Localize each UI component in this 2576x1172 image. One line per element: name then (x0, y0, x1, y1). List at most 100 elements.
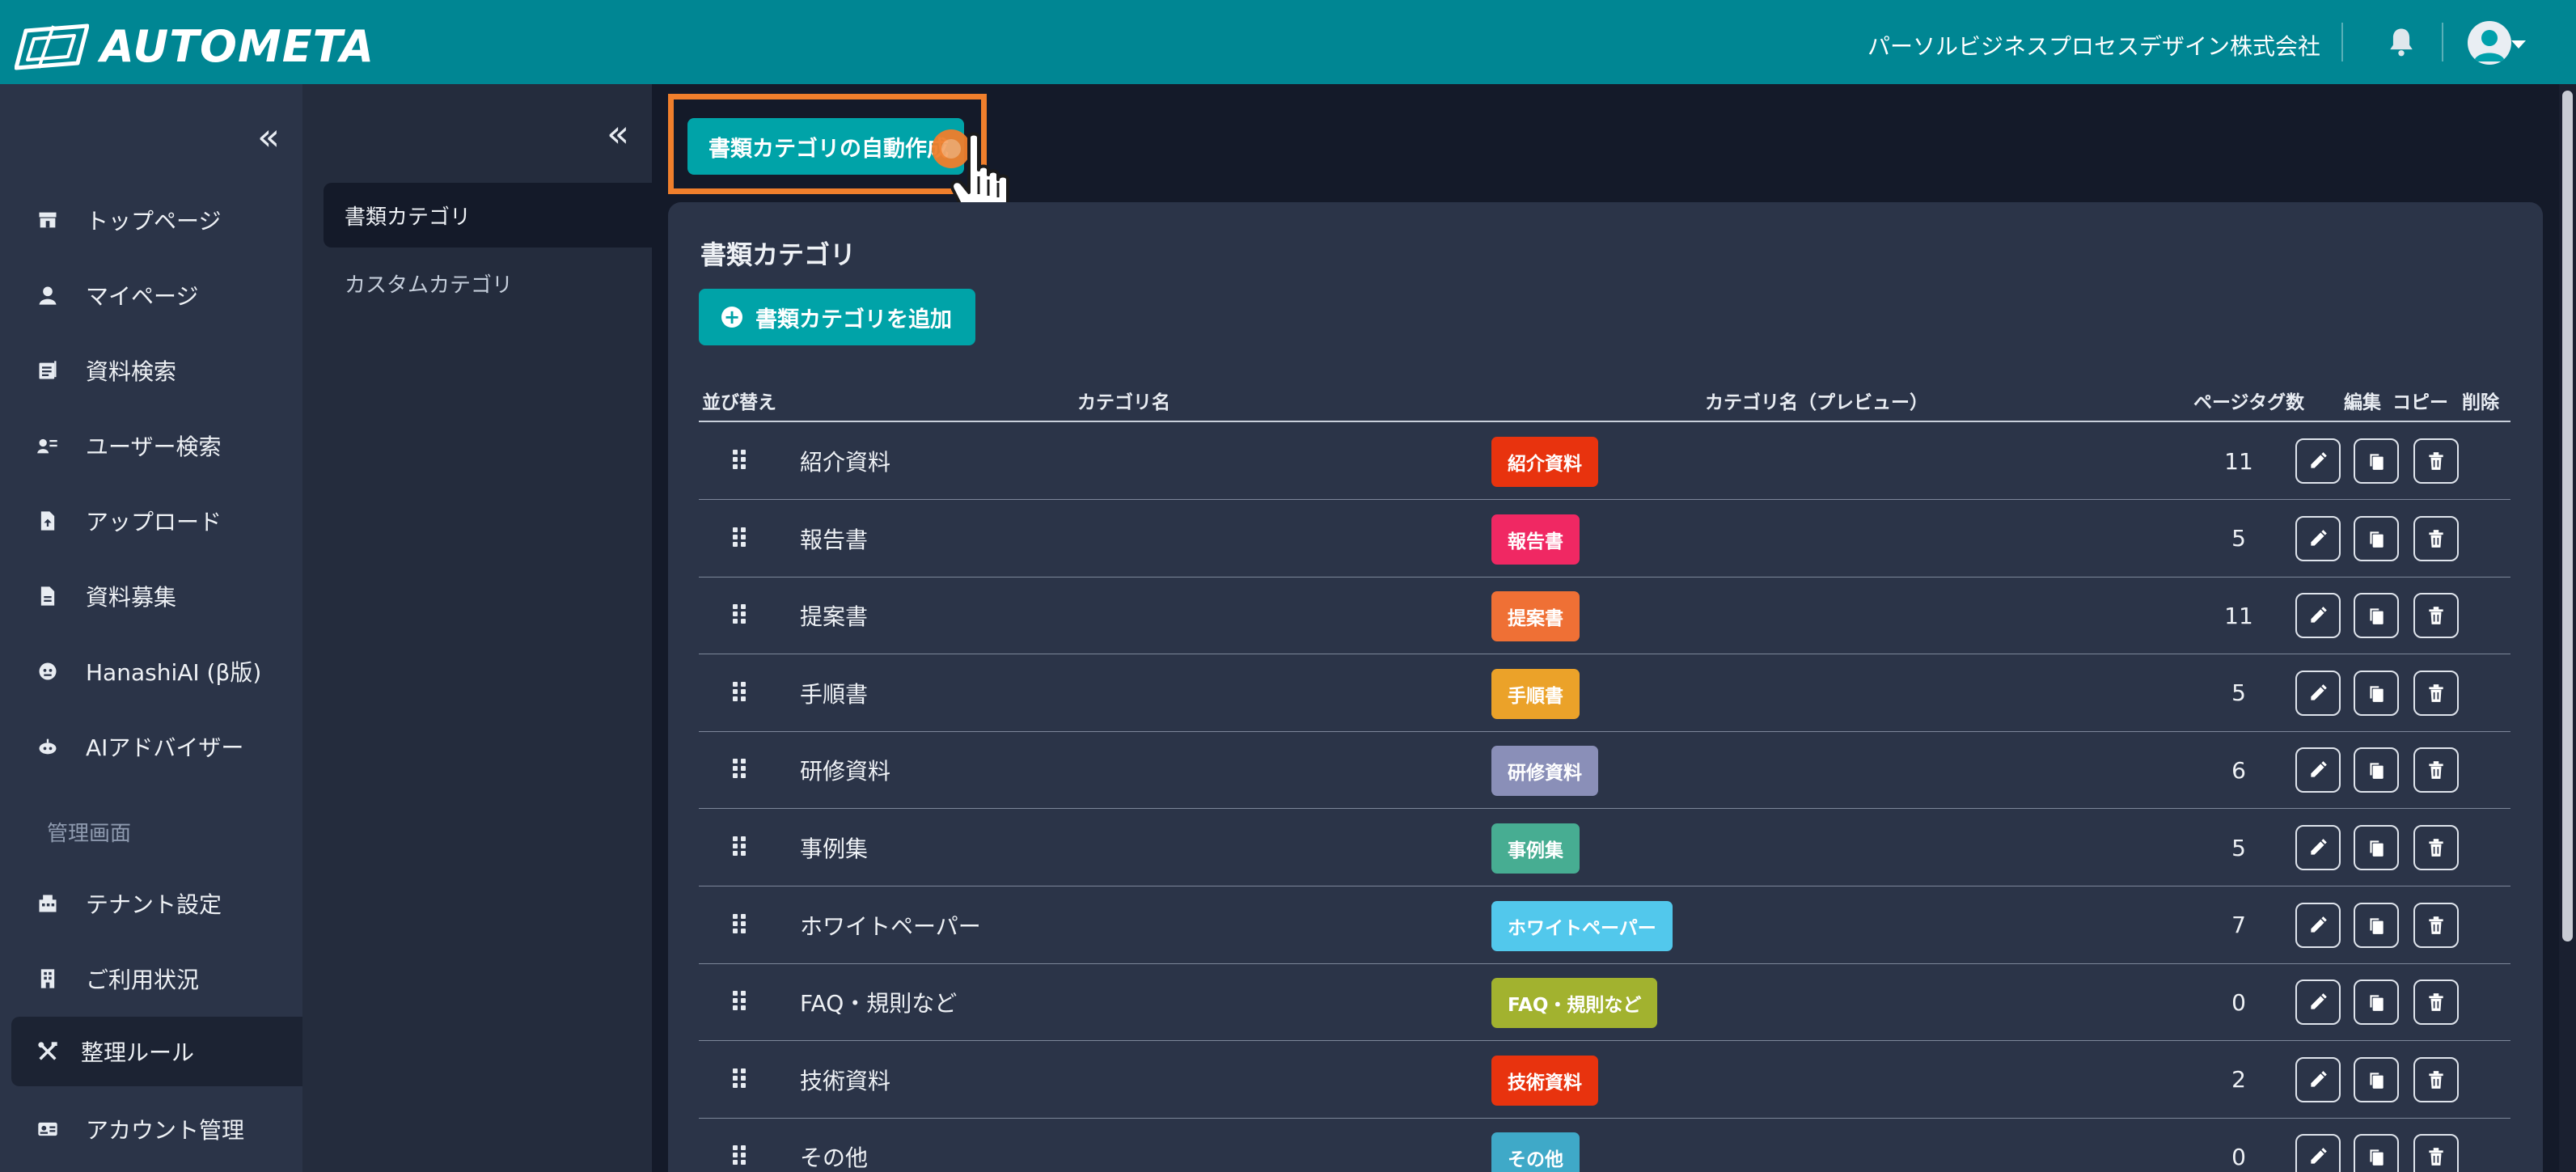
sidebar-collapse-icon[interactable]: « (257, 118, 280, 155)
copy-button[interactable] (2354, 438, 2399, 484)
delete-button[interactable] (2413, 593, 2459, 639)
drag-handle-icon[interactable] (733, 991, 746, 1011)
delete-button[interactable] (2413, 438, 2459, 484)
drag-handle-icon[interactable] (733, 836, 746, 856)
edit-button[interactable] (2295, 670, 2341, 716)
table-row: その他 その他 0 (699, 1118, 2510, 1172)
trash-icon (2426, 1146, 2447, 1167)
drag-handle-icon[interactable] (733, 527, 746, 547)
robot-icon (36, 734, 60, 759)
table-row: 研修資料 研修資料 6 (699, 731, 2510, 810)
sidebar-item-label: トップページ (86, 208, 222, 235)
edit-button[interactable] (2295, 902, 2341, 948)
column-header-name: カテゴリ名 (1077, 392, 1170, 413)
header-divider (2341, 23, 2343, 61)
delete-button[interactable] (2413, 747, 2459, 793)
pencil-icon (2307, 683, 2329, 704)
sidebar-item-label: HanashiAI (β版) (86, 659, 262, 686)
edit-button[interactable] (2295, 515, 2341, 561)
pencil-icon (2307, 605, 2329, 626)
edit-button[interactable] (2295, 825, 2341, 870)
building-icon (36, 967, 60, 991)
drag-handle-icon[interactable] (733, 1068, 746, 1088)
drag-handle-icon[interactable] (733, 913, 746, 933)
column-header-sort: 並び替え (702, 392, 776, 413)
sidebar-item-label: テナント設定 (86, 891, 222, 918)
delete-button[interactable] (2413, 902, 2459, 948)
copy-button[interactable] (2354, 1056, 2399, 1102)
person-icon (36, 283, 60, 307)
edit-button[interactable] (2295, 593, 2341, 639)
drag-handle-icon[interactable] (733, 681, 746, 701)
copy-button[interactable] (2354, 902, 2399, 948)
copy-button[interactable] (2354, 593, 2399, 639)
subnav-item-custom-category[interactable]: カスタムカテゴリ (324, 251, 652, 315)
chevron-down-icon[interactable] (2511, 40, 2526, 49)
sidebar-item-document-search[interactable]: 資料検索 (0, 338, 302, 403)
pencil-icon (2307, 915, 2329, 936)
sidebar-item-label: ユーザー検索 (86, 434, 222, 460)
subnav-item-document-category[interactable]: 書類カテゴリ (324, 183, 652, 248)
sidebar-item-document-request[interactable]: 資料募集 (0, 564, 302, 628)
user-avatar-icon[interactable] (2468, 21, 2511, 65)
delete-button[interactable] (2413, 1056, 2459, 1102)
page-tag-count: 11 (2224, 447, 2253, 475)
sidebar-item-upload[interactable]: アップロード (0, 489, 302, 553)
edit-button[interactable] (2295, 1056, 2341, 1102)
delete-button[interactable] (2413, 515, 2459, 561)
sidebar-item-user-search[interactable]: ユーザー検索 (0, 413, 302, 478)
sidebar-item-tenant-settings[interactable]: テナント設定 (0, 871, 302, 936)
category-preview-badge: 技術資料 (1491, 1055, 1598, 1106)
category-preview-badge: 研修資料 (1491, 746, 1598, 797)
copy-icon (2366, 451, 2387, 472)
copy-icon (2366, 605, 2387, 626)
edit-button[interactable] (2295, 747, 2341, 793)
copy-button[interactable] (2354, 979, 2399, 1026)
pencil-icon (2307, 1146, 2329, 1167)
copy-icon (2366, 528, 2387, 549)
edit-button[interactable] (2295, 979, 2341, 1026)
sidebar-item-my-page[interactable]: マイページ (0, 263, 302, 328)
sidebar-item-hanashi-ai[interactable]: HanashiAI (β版) (0, 639, 302, 704)
autometa-logo[interactable]: AUTOMETA (15, 21, 374, 72)
scrollbar-thumb[interactable] (2562, 91, 2573, 941)
delete-button[interactable] (2413, 1134, 2459, 1172)
copy-button[interactable] (2354, 825, 2399, 870)
delete-button[interactable] (2413, 825, 2459, 870)
copy-button[interactable] (2354, 1134, 2399, 1172)
bell-icon[interactable] (2384, 24, 2419, 60)
delete-button[interactable] (2413, 670, 2459, 716)
drag-handle-icon[interactable] (733, 1145, 746, 1166)
subnav-collapse-icon[interactable]: « (607, 115, 629, 152)
auto-create-category-button[interactable]: 書類カテゴリの自動作成 (687, 118, 964, 175)
copy-button[interactable] (2354, 747, 2399, 793)
delete-button[interactable] (2413, 979, 2459, 1026)
logo-text: AUTOMETA (100, 21, 375, 72)
file-icon (36, 584, 60, 608)
page-tag-count: 5 (2231, 679, 2246, 707)
copy-icon (2366, 1146, 2387, 1167)
sidebar-item-top-page[interactable]: トップページ (0, 188, 302, 252)
trash-icon (2426, 528, 2447, 549)
table-row: FAQ・規則など FAQ・規則など 0 (699, 963, 2510, 1042)
drag-handle-icon[interactable] (733, 759, 746, 779)
drag-handle-icon[interactable] (733, 604, 746, 624)
trash-icon (2426, 992, 2447, 1013)
copy-button[interactable] (2354, 670, 2399, 716)
add-category-button[interactable]: + 書類カテゴリを追加 (699, 289, 975, 345)
sidebar-item-usage[interactable]: ご利用状況 (0, 946, 302, 1011)
trash-icon (2426, 837, 2447, 858)
sidebar-item-ai-advisor[interactable]: AIアドバイザー (0, 714, 302, 779)
sidebar-item-organize-rules[interactable]: 整理ルール (11, 1017, 302, 1086)
sidebar-item-account-management[interactable]: アカウント管理 (0, 1097, 302, 1161)
edit-button[interactable] (2295, 1134, 2341, 1172)
category-name: 報告書 (800, 526, 869, 553)
id-card-icon (36, 1117, 60, 1141)
edit-button[interactable] (2295, 438, 2341, 484)
copy-button[interactable] (2354, 515, 2399, 561)
pencil-icon (2307, 528, 2329, 549)
page-tag-count: 5 (2231, 834, 2246, 861)
trash-icon (2426, 451, 2447, 472)
drag-handle-icon[interactable] (733, 450, 746, 469)
trash-icon (2426, 605, 2447, 626)
